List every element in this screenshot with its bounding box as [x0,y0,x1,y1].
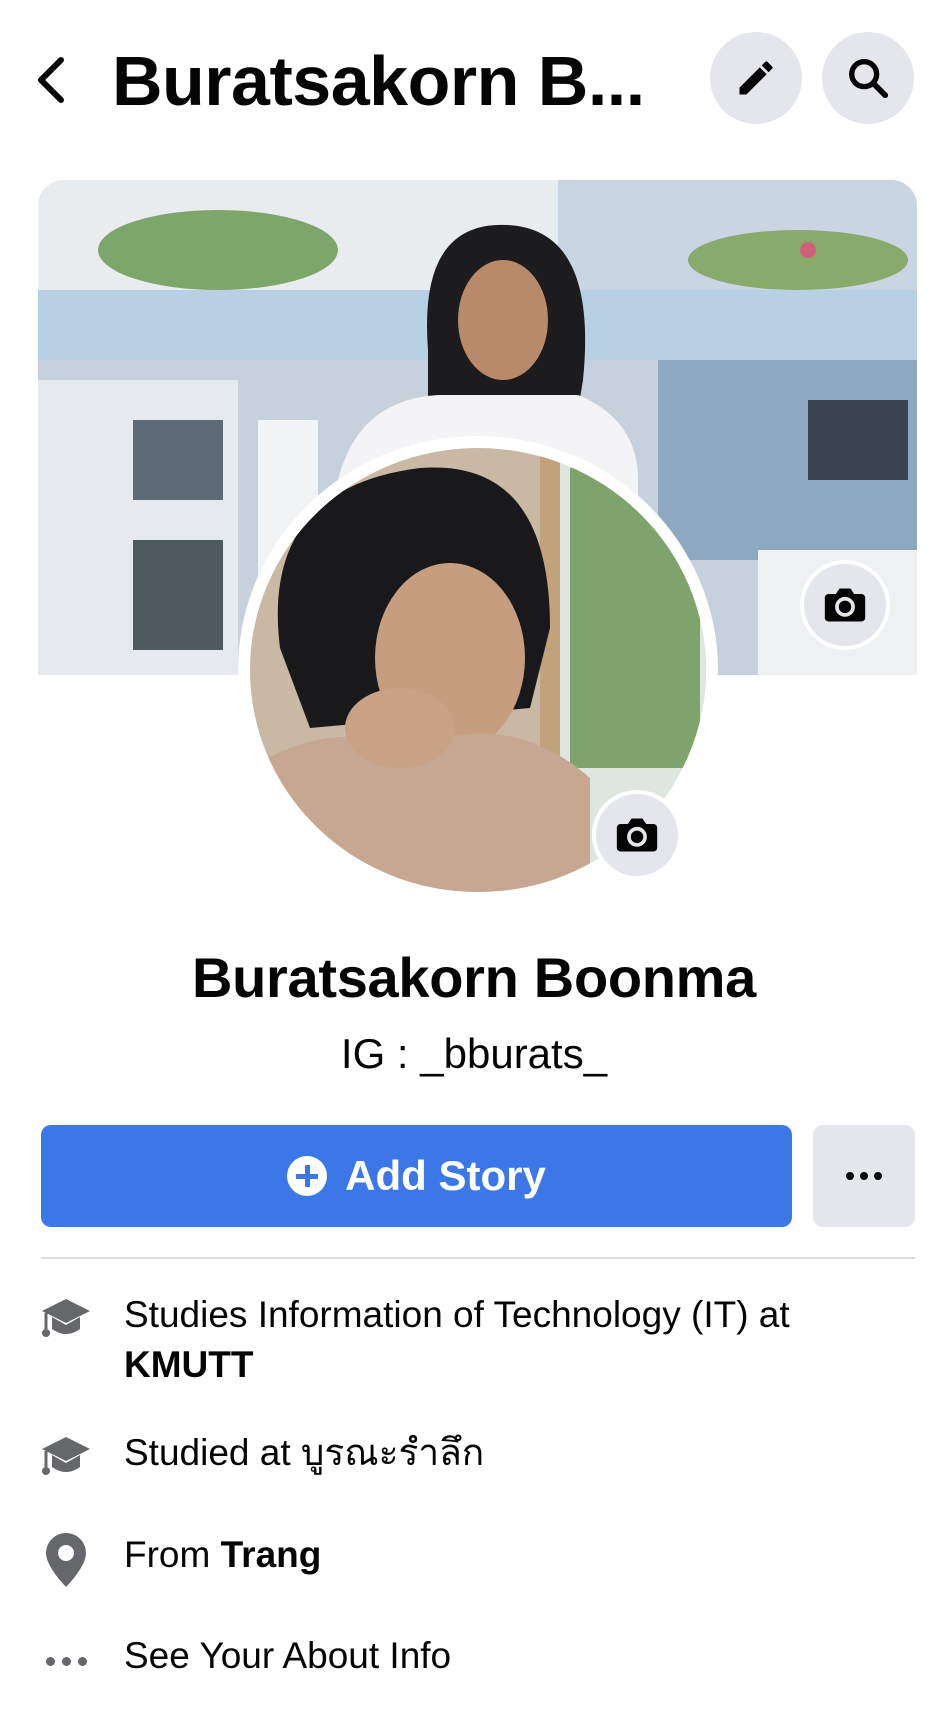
info-studies: Studies Information of Technology (IT) a… [38,1290,918,1390]
profile-name: Buratsakorn Boonma [191,946,757,1009]
page-title: Buratsakorn B... [112,42,645,120]
add-story-button[interactable]: Add Story [41,1125,792,1227]
camera-icon [824,588,866,622]
from-place[interactable]: Trang [221,1534,322,1575]
divider [41,1257,915,1259]
studies-prefix: Studies Information of Technology (IT) a… [124,1294,790,1335]
studied-prefix: Studied at [124,1432,291,1473]
camera-icon [616,818,658,852]
studies-place[interactable]: KMUTT [124,1344,253,1385]
back-button[interactable] [20,40,80,120]
info-from: From Trang [38,1530,918,1588]
chevron-left-icon [38,57,64,103]
plus-circle-icon [287,1156,328,1196]
edit-profile-button[interactable] [710,32,802,124]
location-pin-icon [38,1532,94,1588]
more-options-button[interactable] [813,1125,915,1227]
edit-cover-photo-button[interactable] [800,560,890,650]
graduation-cap-icon [38,1430,94,1486]
see-about-info-link[interactable]: See Your About Info [38,1631,918,1689]
from-prefix: From [124,1534,211,1575]
add-story-label: Add Story [345,1152,546,1199]
more-icon [38,1633,94,1689]
more-icon [846,1172,882,1180]
search-icon [849,59,889,99]
info-studied: Studied at บูรณะรำลึก [38,1428,918,1486]
search-button[interactable] [822,32,914,124]
see-about-info-label: See Your About Info [124,1635,452,1676]
pencil-icon [739,61,773,95]
profile-bio: IG : _bburats_ [340,1030,608,1077]
graduation-cap-icon [38,1292,94,1348]
edit-profile-picture-button[interactable] [592,790,682,880]
studied-place[interactable]: บูรณะรำลึก [301,1432,484,1473]
